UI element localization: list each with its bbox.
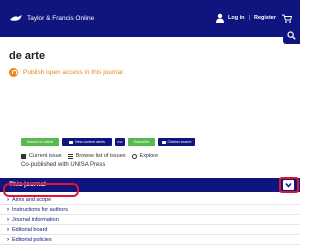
new-content-alerts-label: New content alerts xyxy=(75,140,105,144)
user-icon xyxy=(216,13,225,23)
tf-logo-icon xyxy=(10,15,22,21)
explore-icon xyxy=(131,153,137,159)
search-button[interactable] xyxy=(283,28,300,44)
open-access-link[interactable]: Publish open access in this journal xyxy=(9,67,123,77)
rss-button[interactable]: RSS xyxy=(115,138,125,146)
logo-text: Taylor & Francis Online xyxy=(27,14,95,22)
copublished-note: Co-published with UNISA Press xyxy=(21,162,106,168)
citation-search-button[interactable]: Citation search xyxy=(158,138,195,146)
explore-label: Explore xyxy=(139,153,159,159)
journal-menu: › Aims and scope › Instructions for auth… xyxy=(0,195,300,245)
open-access-icon xyxy=(9,67,18,77)
submit-article-button[interactable]: Submit an article xyxy=(21,138,59,146)
issue-links: Current issue Browse list of issues Expl… xyxy=(21,153,164,159)
chevron-right-icon: › xyxy=(7,236,9,243)
menu-item-label: Editorial board xyxy=(12,226,48,233)
chevron-right-icon: › xyxy=(7,196,9,203)
menu-item-editorial-policies[interactable]: › Editorial policies xyxy=(0,235,300,245)
chevron-right-icon: › xyxy=(7,226,9,233)
book-icon xyxy=(21,153,26,159)
user-menu: Log in | Register xyxy=(216,11,292,25)
menu-item-label: Journal information xyxy=(12,216,59,223)
journal-title: de arte xyxy=(9,50,46,62)
site-logo[interactable]: Taylor & Francis Online xyxy=(9,11,94,25)
mail-icon xyxy=(69,140,74,144)
menu-item-journal-information[interactable]: › Journal information xyxy=(0,215,300,225)
subscribe-button[interactable]: Subscribe xyxy=(128,138,155,146)
login-link[interactable]: Log in xyxy=(228,15,245,21)
citation-search-label: Citation search xyxy=(167,140,192,144)
action-buttons: Submit an article New content alerts RSS… xyxy=(21,138,195,146)
menu-item-editorial-board[interactable]: › Editorial board xyxy=(0,225,300,235)
current-issue-link[interactable]: Current issue xyxy=(21,153,62,159)
menu-item-instructions-for-authors[interactable]: › Instructions for authors xyxy=(0,205,300,215)
chevron-right-icon: › xyxy=(7,206,9,213)
browse-issues-label: Browse list of issues xyxy=(75,153,126,159)
separator: | xyxy=(248,15,250,21)
explore-link[interactable]: Explore xyxy=(131,153,159,159)
open-access-label: Publish open access in this journal xyxy=(23,68,123,76)
quote-icon xyxy=(161,140,166,144)
rss-icon: RSS xyxy=(117,140,123,144)
highlight-annotation-instructions xyxy=(3,183,79,197)
chevron-right-icon: › xyxy=(7,216,9,223)
cart-icon[interactable] xyxy=(282,14,292,23)
current-issue-label: Current issue xyxy=(29,153,62,159)
register-link[interactable]: Register xyxy=(254,15,276,21)
highlight-annotation-toggle xyxy=(279,177,299,193)
new-content-alerts-button[interactable]: New content alerts xyxy=(62,138,112,146)
search-icon xyxy=(287,31,296,40)
list-icon xyxy=(67,153,73,159)
menu-item-label: Aims and scope xyxy=(12,196,52,203)
top-navigation-bar: Taylor & Francis Online Log in | Registe… xyxy=(0,0,300,37)
browse-issues-link[interactable]: Browse list of issues xyxy=(67,153,126,159)
menu-item-label: Editorial policies xyxy=(12,236,52,243)
menu-item-label: Instructions for authors xyxy=(12,206,68,213)
